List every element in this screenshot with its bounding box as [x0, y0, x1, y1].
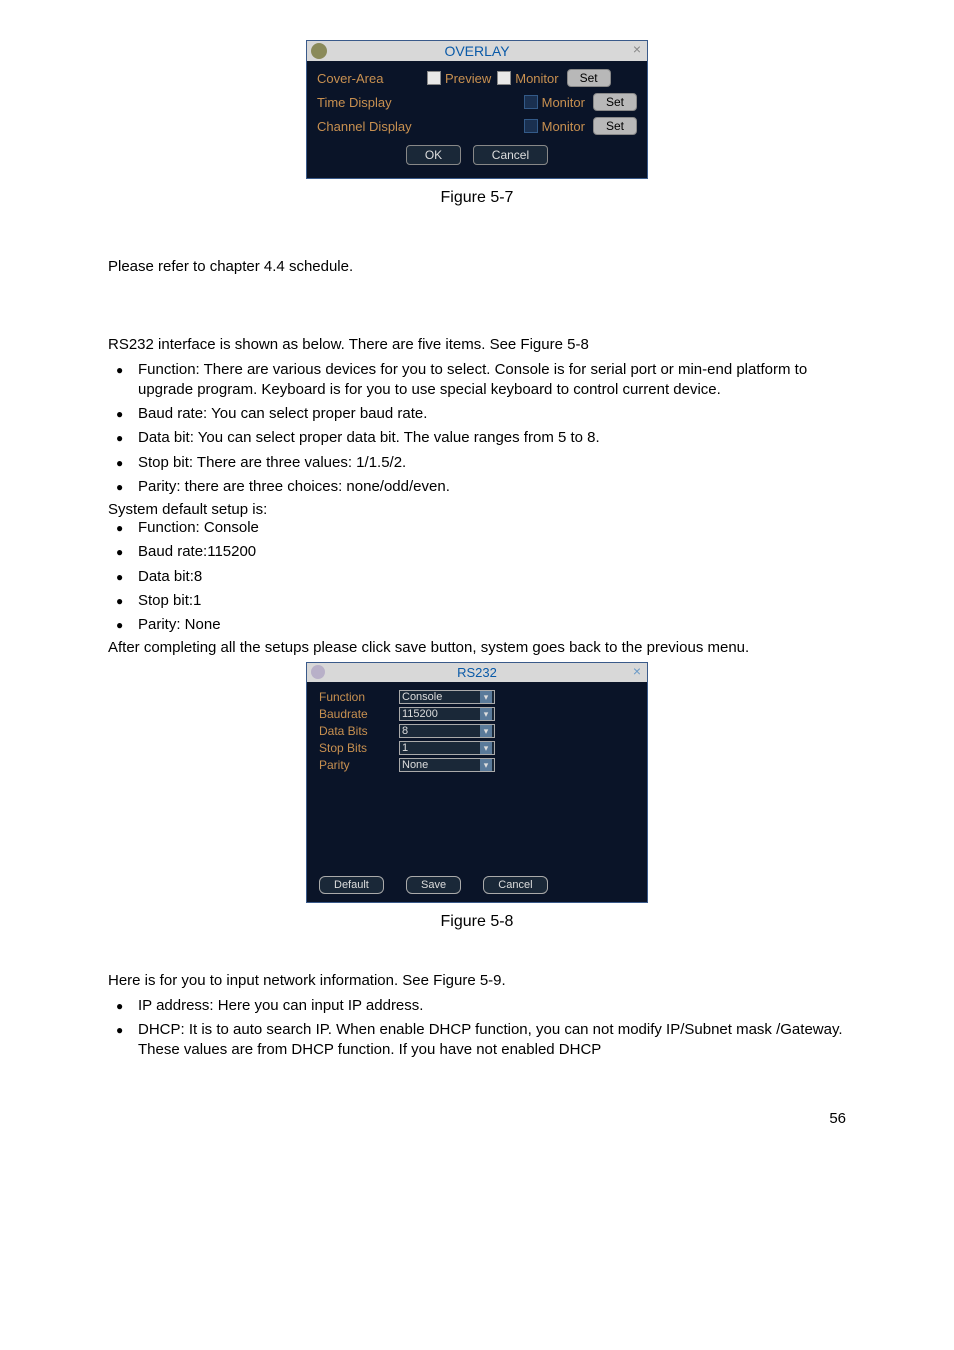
databits-label: Data Bits	[319, 724, 399, 738]
overlay-title-bar: OVERLAY ×	[307, 41, 647, 61]
overlay-row-channel: Channel Display Monitor Set	[317, 117, 637, 135]
stopbits-select[interactable]: 1▾	[399, 741, 495, 755]
checkbox-icon[interactable]	[524, 95, 538, 109]
databits-select[interactable]: 8▾	[399, 724, 495, 738]
monitor-label: Monitor	[542, 95, 585, 110]
function-select[interactable]: Console ▾	[399, 690, 495, 704]
list-item: Function: There are various devices for …	[108, 360, 846, 401]
list-text: Data bit:8	[138, 567, 846, 587]
dialog-icon	[311, 43, 327, 59]
list-item: Data bit: You can select proper data bit…	[108, 428, 846, 448]
select-value: 8	[402, 725, 408, 737]
monitor-label: Monitor	[515, 71, 558, 86]
checkbox-icon[interactable]	[427, 71, 441, 85]
list-item: DHCP: It is to auto search IP. When enab…	[108, 1020, 846, 1061]
list-text: Data bit: You can select proper data bit…	[138, 428, 846, 448]
parity-label: Parity	[319, 758, 399, 772]
cover-area-label: Cover-Area	[317, 71, 427, 86]
rs232-buttons: Default Save Cancel	[307, 867, 647, 902]
chevron-down-icon: ▾	[480, 759, 492, 771]
list-item: Baud rate:115200	[108, 542, 846, 562]
dialog-icon	[311, 665, 325, 679]
close-icon[interactable]: ×	[633, 663, 641, 679]
select-value: 1	[402, 742, 408, 754]
close-icon[interactable]: ×	[633, 41, 641, 57]
set-button[interactable]: Set	[593, 117, 637, 135]
list-item: IP address: Here you can input IP addres…	[108, 996, 846, 1016]
rs232-row-parity: Parity None ▾	[319, 758, 635, 772]
time-display-label: Time Display	[317, 95, 427, 110]
list-item: Baud rate: You can select proper baud ra…	[108, 404, 846, 424]
select-value: Console	[402, 691, 442, 703]
list-text: DHCP: It is to auto search IP. When enab…	[138, 1020, 846, 1061]
rs232-dialog: RS232 × Function Console ▾ Baudrate 11520…	[306, 662, 648, 903]
parity-select[interactable]: None ▾	[399, 758, 495, 772]
baudrate-select[interactable]: 115200 ▾	[399, 707, 495, 721]
set-button[interactable]: Set	[593, 93, 637, 111]
list-text: Baud rate: You can select proper baud ra…	[138, 404, 846, 424]
paragraph-rs232-intro: RS232 interface is shown as below. There…	[108, 335, 846, 355]
chevron-down-icon: ▾	[480, 725, 492, 737]
list-text: Function: Console	[138, 518, 846, 538]
page-number: 56	[108, 1110, 846, 1127]
list-text: Parity: None	[138, 615, 846, 635]
channel-display-label: Channel Display	[317, 119, 427, 134]
select-value: 115200	[402, 708, 438, 720]
save-button[interactable]: Save	[406, 876, 461, 894]
function-label: Function	[319, 690, 399, 704]
rs232-row-baudrate: Baudrate 115200 ▾	[319, 707, 635, 721]
monitor-label: Monitor	[542, 119, 585, 134]
paragraph-schedule: Please refer to chapter 4.4 schedule.	[108, 257, 846, 277]
chevron-down-icon: ▾	[480, 708, 492, 720]
overlay-body: Cover-Area Preview Monitor Set Time Disp…	[307, 61, 647, 178]
rs232-title: RS232	[457, 665, 497, 680]
rs232-row-function: Function Console ▾	[319, 690, 635, 704]
list-text: Parity: there are three choices: none/od…	[138, 477, 846, 497]
paragraph-default-setup: System default setup is:	[108, 501, 846, 518]
rs232-row-databits: Data Bits 8▾	[319, 724, 635, 738]
preview-label: Preview	[445, 71, 491, 86]
network-list: IP address: Here you can input IP addres…	[108, 996, 846, 1061]
cancel-button[interactable]: Cancel	[483, 876, 547, 894]
figure-5-8-caption: Figure 5-8	[108, 913, 846, 931]
list-item: Function: Console	[108, 518, 846, 538]
list-item: Parity: there are three choices: none/od…	[108, 477, 846, 497]
list-text: Stop bit: There are three values: 1/1.5/…	[138, 453, 846, 473]
list-text: Baud rate:115200	[138, 542, 846, 562]
default-values-list: Function: Console Baud rate:115200 Data …	[108, 518, 846, 635]
list-item: Stop bit:1	[108, 591, 846, 611]
overlay-row-time: Time Display Monitor Set	[317, 93, 637, 111]
list-text: IP address: Here you can input IP addres…	[138, 996, 846, 1016]
cancel-button[interactable]: Cancel	[473, 145, 548, 165]
rs232-title-bar: RS232 ×	[307, 663, 647, 682]
overlay-buttons: OK Cancel	[317, 141, 637, 168]
set-button[interactable]: Set	[567, 69, 611, 87]
rs232-body: Function Console ▾ Baudrate 115200 ▾ Data …	[307, 682, 647, 867]
paragraph-after-complete: After completing all the setups please c…	[108, 639, 846, 656]
list-item: Data bit:8	[108, 567, 846, 587]
list-text: Stop bit:1	[138, 591, 846, 611]
overlay-row-cover: Cover-Area Preview Monitor Set	[317, 69, 637, 87]
checkbox-icon[interactable]	[524, 119, 538, 133]
list-item: Parity: None	[108, 615, 846, 635]
list-text: Function: There are various devices for …	[138, 360, 846, 401]
ok-button[interactable]: OK	[406, 145, 461, 165]
default-button[interactable]: Default	[319, 876, 384, 894]
overlay-title: OVERLAY	[444, 43, 509, 59]
rs232-feature-list: Function: There are various devices for …	[108, 360, 846, 498]
select-value: None	[402, 759, 428, 771]
figure-5-7-caption: Figure 5-7	[108, 189, 846, 207]
overlay-dialog: OVERLAY × Cover-Area Preview Monitor Set…	[306, 40, 648, 179]
list-item: Stop bit: There are three values: 1/1.5/…	[108, 453, 846, 473]
rs232-row-stopbits: Stop Bits 1▾	[319, 741, 635, 755]
chevron-down-icon: ▾	[480, 691, 492, 703]
stopbits-label: Stop Bits	[319, 741, 399, 755]
checkbox-icon[interactable]	[497, 71, 511, 85]
paragraph-network-intro: Here is for you to input network informa…	[108, 971, 846, 991]
chevron-down-icon: ▾	[480, 742, 492, 754]
baudrate-label: Baudrate	[319, 707, 399, 721]
